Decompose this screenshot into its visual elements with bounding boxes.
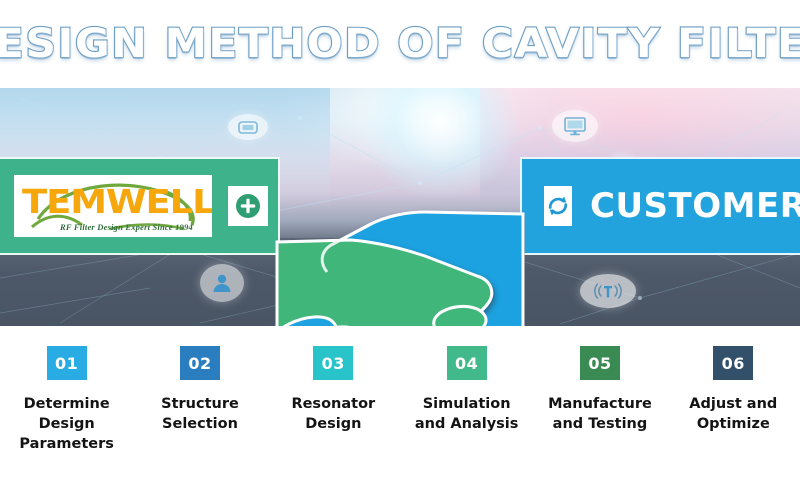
plus-circle-glyph <box>236 194 260 218</box>
page-title: DESIGN METHOD OF CAVITY FILTER <box>0 20 800 68</box>
customer-panel[interactable]: CUSTOMER <box>520 157 800 255</box>
step-02[interactable]: 02 Structure Selection <box>133 326 266 500</box>
step-number-badge: 03 <box>313 346 354 380</box>
step-01[interactable]: 01 Determine Design Parameters <box>0 326 133 500</box>
step-04[interactable]: 04 Simulation and Analysis <box>400 326 533 500</box>
plus-circle-icon[interactable] <box>228 186 268 226</box>
customer-label: CUSTOMER <box>590 186 800 226</box>
monitor-display-icon <box>552 110 598 142</box>
temwell-panel[interactable]: TEMWELL RF Filter Design Expert Since 19… <box>0 157 280 255</box>
step-number-badge: 01 <box>46 346 87 380</box>
step-06[interactable]: 06 Adjust and Optimize <box>667 326 800 500</box>
sync-arrows-icon[interactable] <box>544 186 572 226</box>
temwell-logo: TEMWELL RF Filter Design Expert Since 19… <box>14 175 212 237</box>
process-steps: 01 Determine Design Parameters 02 Struct… <box>0 326 800 500</box>
step-03[interactable]: 03 Resonator Design <box>267 326 400 500</box>
temwell-tagline: RF Filter Design Expert Since 1994 <box>60 222 193 232</box>
step-number-badge: 04 <box>446 346 487 380</box>
temwell-wordmark: TEMWELL <box>22 182 212 221</box>
user-person-icon <box>200 264 244 302</box>
step-label: Determine Design Parameters <box>19 396 114 452</box>
sync-arrows-glyph <box>548 196 568 216</box>
step-number-badge: 05 <box>579 346 620 380</box>
title-bar: DESIGN METHOD OF CAVITY FILTER <box>0 0 800 88</box>
handshake-illustration <box>275 210 525 326</box>
step-number-badge: 02 <box>179 346 220 380</box>
infographic-page: DESIGN METHOD OF CAVITY FILTER TEMWELL R… <box>0 0 800 500</box>
step-label: Adjust and Optimize <box>689 396 778 432</box>
broadcast-antenna-icon <box>580 274 636 308</box>
step-label: Manufacture and Testing <box>548 396 652 432</box>
hero-banner: TEMWELL RF Filter Design Expert Since 19… <box>0 88 800 326</box>
tablet-device-icon <box>228 114 268 140</box>
tablet-device-glyph <box>238 120 258 134</box>
step-label: Simulation and Analysis <box>414 396 519 432</box>
step-label: Structure Selection <box>161 396 239 432</box>
monitor-display-glyph <box>564 117 586 136</box>
step-label: Resonator Design <box>291 396 376 432</box>
step-number-badge: 06 <box>713 346 754 380</box>
step-05[interactable]: 05 Manufacture and Testing <box>533 326 666 500</box>
user-person-glyph <box>213 274 231 292</box>
broadcast-antenna-glyph <box>594 283 622 299</box>
